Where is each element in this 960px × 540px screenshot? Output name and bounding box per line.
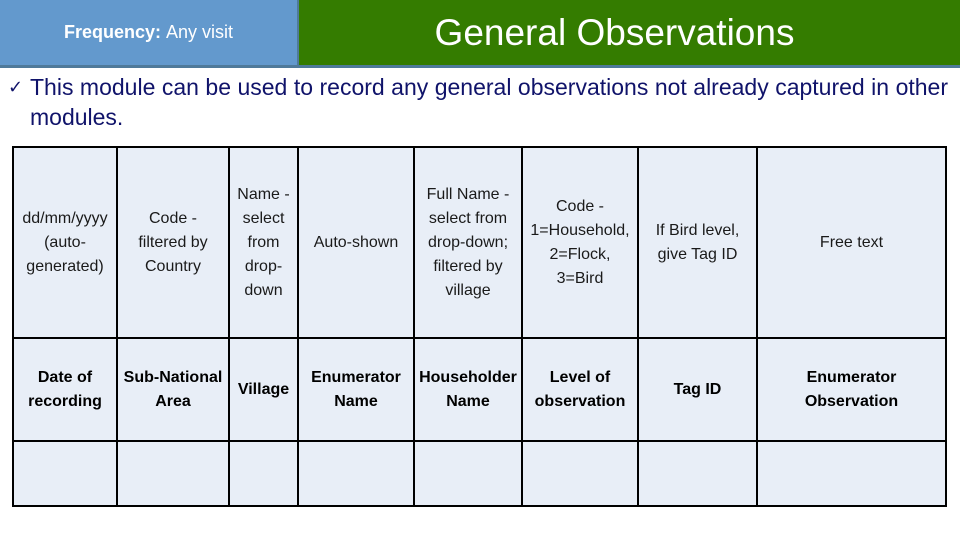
cell-text-line: Date of bbox=[37, 368, 93, 386]
cell-text-line: Enumerator bbox=[806, 368, 897, 386]
header-row: Date of recording Sub-National Area Village E… bbox=[12, 337, 947, 442]
cell-text-line: Sub-National bbox=[123, 368, 223, 386]
description-cell: Name - select from drop-down bbox=[228, 146, 299, 339]
cell-text-line: Auto-shown bbox=[313, 233, 399, 251]
entry-cell[interactable] bbox=[637, 440, 758, 507]
description-cell: Free text bbox=[756, 146, 947, 339]
entry-cell[interactable] bbox=[12, 440, 118, 507]
cell-text-line: give Tag ID bbox=[657, 245, 738, 263]
cell-text-line: village bbox=[445, 281, 491, 299]
cell-text-line: Village bbox=[237, 380, 290, 398]
cell-text-line: Name - bbox=[237, 185, 290, 203]
description-cell: dd/mm/yyyy (auto-generated) bbox=[12, 146, 118, 339]
frequency-value: Any visit bbox=[166, 22, 234, 42]
cell-text-line: Enumerator bbox=[311, 368, 401, 386]
cell-text-line: If Bird level, bbox=[655, 221, 740, 239]
check-icon: ✓ bbox=[8, 77, 24, 97]
entry-cell[interactable] bbox=[297, 440, 415, 507]
entry-cell[interactable] bbox=[228, 440, 299, 507]
entry-row bbox=[12, 440, 947, 507]
column-header-cell: Level of observation bbox=[521, 337, 639, 442]
cell-text-line: down bbox=[244, 281, 283, 299]
cell-text-line: Householder bbox=[419, 368, 517, 386]
column-header-cell: Sub-National Area bbox=[116, 337, 230, 442]
cell-text-line: Name bbox=[446, 392, 490, 410]
cell-text-line: (auto- bbox=[44, 233, 86, 251]
column-header-cell: Enumerator Name bbox=[297, 337, 415, 442]
description-cell: Full Name - select from drop-down; filtered… bbox=[413, 146, 523, 339]
cell-text-line: Observation bbox=[804, 392, 899, 410]
cell-text-line: 2=Flock, bbox=[549, 245, 611, 263]
frequency-label: Frequency: bbox=[63, 22, 161, 42]
entry-cell[interactable] bbox=[116, 440, 230, 507]
entry-cell[interactable] bbox=[521, 440, 639, 507]
cell-text-line: Tag ID bbox=[673, 380, 722, 398]
cell-text-line: Full Name - bbox=[426, 185, 510, 203]
cell-text-line: observation bbox=[534, 392, 626, 410]
column-header-cell: Enumerator Observation bbox=[756, 337, 947, 442]
bullet-point: ✓ This module can be used to record any … bbox=[8, 72, 948, 132]
description-cell: Code - 1=Household, 2=Flock, 3=Bird bbox=[521, 146, 639, 339]
cell-text-line: select from bbox=[428, 209, 508, 227]
cell-text-line: filtered by bbox=[433, 257, 503, 275]
cell-text-line: recording bbox=[28, 392, 102, 410]
module-fields-table: dd/mm/yyyy (auto-generated) Code - filtered… bbox=[12, 146, 947, 507]
column-header-cell: Householder Name bbox=[413, 337, 523, 442]
cell-text-line: drop-down; bbox=[427, 233, 509, 251]
cell-text-line: drop- bbox=[244, 257, 283, 275]
page-title-box: General Observations bbox=[299, 0, 960, 65]
description-cell: Auto-shown bbox=[297, 146, 415, 339]
cell-text-line: Code - bbox=[148, 209, 198, 227]
entry-cell[interactable] bbox=[413, 440, 523, 507]
page-title: General Observations bbox=[434, 11, 795, 53]
cell-text-line: Code - bbox=[555, 197, 605, 215]
cell-text-line: 3=Bird bbox=[556, 269, 604, 287]
cell-text-line: filtered by bbox=[138, 233, 208, 251]
cell-text-line: from bbox=[247, 233, 280, 251]
column-header-cell: Village bbox=[228, 337, 299, 442]
bullet-text: This module can be used to record any ge… bbox=[30, 74, 948, 130]
frequency-box: Frequency: Any visit bbox=[0, 0, 297, 65]
cell-text-line: Area bbox=[155, 392, 191, 410]
cell-text-line: dd/mm/yyyy bbox=[22, 209, 108, 227]
cell-text-line: select bbox=[242, 209, 285, 227]
cell-text-line: Free text bbox=[819, 233, 884, 251]
cell-text-line: Level of bbox=[549, 368, 611, 386]
cell-text-line: Country bbox=[144, 257, 202, 275]
entry-cell[interactable] bbox=[756, 440, 947, 507]
cell-text-line: generated) bbox=[26, 257, 104, 275]
column-header-cell: Date of recording bbox=[12, 337, 118, 442]
description-cell: If Bird level, give Tag ID bbox=[637, 146, 758, 339]
column-header-cell: Tag ID bbox=[637, 337, 758, 442]
cell-text-line: Name bbox=[334, 392, 378, 410]
description-row: dd/mm/yyyy (auto-generated) Code - filtered… bbox=[12, 146, 947, 339]
description-cell: Code - filtered by Country bbox=[116, 146, 230, 339]
cell-text-line: 1=Household, bbox=[530, 221, 630, 239]
